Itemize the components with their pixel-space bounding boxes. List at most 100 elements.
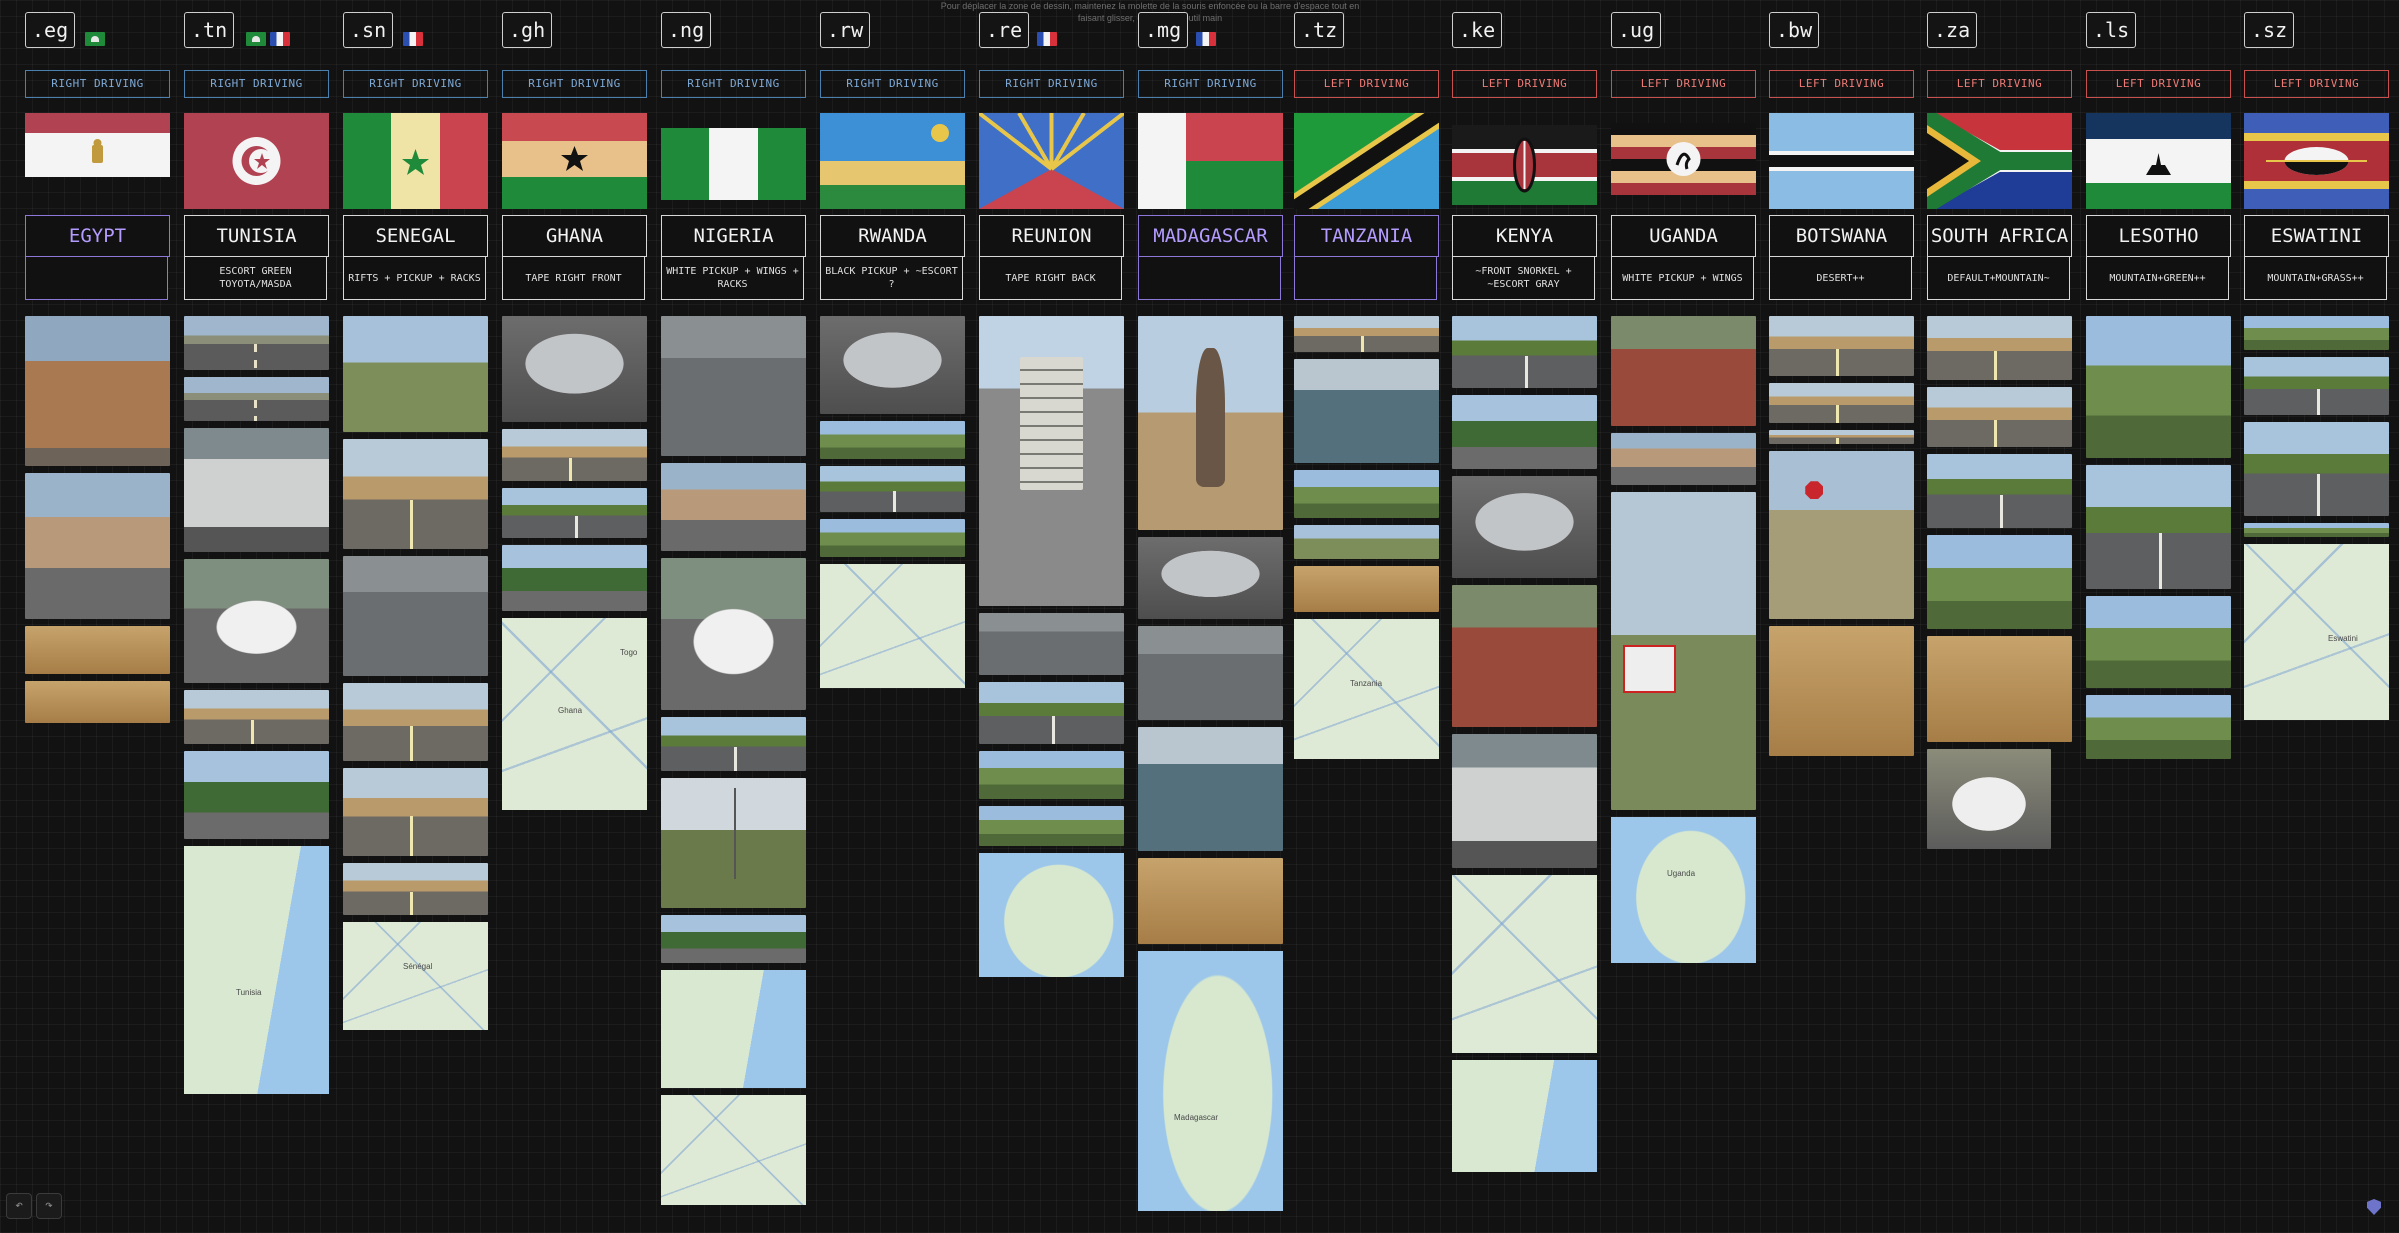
country-name[interactable]: UGANDA — [1611, 215, 1756, 257]
driving-side-badge[interactable]: RIGHT DRIVING — [820, 70, 965, 98]
driving-side-badge[interactable]: RIGHT DRIVING — [979, 70, 1124, 98]
road-photo[interactable] — [2086, 465, 2231, 589]
botswana-flag[interactable] — [1769, 113, 1914, 209]
whiteboard-canvas[interactable]: .eg RIGHT DRIVING EGYPT .tn RIGHT DRIVIN… — [0, 0, 2399, 1233]
tld-label[interactable]: .eg — [25, 12, 76, 48]
eswatini-flag[interactable] — [2244, 113, 2389, 209]
road-photo[interactable] — [979, 806, 1124, 846]
street-photo[interactable] — [1611, 433, 1756, 485]
road-photo[interactable] — [1927, 316, 2072, 380]
country-name[interactable]: TANZANIA — [1294, 215, 1439, 257]
tld-label[interactable]: .tn — [184, 12, 235, 48]
country-name[interactable]: BOTSWANA — [1769, 215, 1914, 257]
kenya-flag[interactable] — [1452, 113, 1597, 209]
country-note[interactable]: MOUNTAIN+GRASS++ — [2244, 256, 2387, 300]
road-photo[interactable] — [184, 316, 329, 370]
car-hood-photo[interactable] — [1452, 585, 1597, 727]
collage-photo[interactable] — [1294, 566, 1439, 612]
eswatini-map[interactable]: Eswatini — [2244, 544, 2389, 720]
rwanda-map[interactable] — [820, 564, 965, 688]
road-photo[interactable] — [1138, 626, 1283, 720]
country-note[interactable]: TAPE RIGHT BACK — [979, 256, 1122, 300]
ghana-map[interactable]: Ghana Togo — [502, 618, 647, 810]
tld-label[interactable]: .ls — [2086, 12, 2137, 48]
tld-label[interactable]: .sz — [2244, 12, 2295, 48]
driving-side-badge[interactable]: LEFT DRIVING — [1927, 70, 2072, 98]
police-pickup-photo[interactable] — [661, 558, 806, 710]
country-name[interactable]: LESOTHO — [2086, 215, 2231, 257]
uganda-map[interactable]: Uganda — [1611, 817, 1756, 963]
driving-side-badge[interactable]: RIGHT DRIVING — [502, 70, 647, 98]
red-road-photo[interactable] — [1611, 316, 1756, 426]
road-photo[interactable] — [820, 466, 965, 512]
kenya-map[interactable] — [1452, 875, 1597, 1053]
rwanda-flag[interactable] — [820, 113, 965, 209]
country-note[interactable] — [1294, 256, 1437, 300]
car-roof-photo[interactable] — [820, 316, 965, 414]
road-sign-photo[interactable] — [979, 316, 1124, 606]
tunisia-map[interactable]: Tunisia — [184, 846, 329, 1094]
driving-side-badge[interactable]: RIGHT DRIVING — [1138, 70, 1283, 98]
driving-side-badge[interactable]: LEFT DRIVING — [1294, 70, 1439, 98]
tld-label[interactable]: .gh — [502, 12, 553, 48]
country-name[interactable]: MADAGASCAR — [1138, 215, 1283, 257]
country-note[interactable]: ESCORT GREEN TOYOTA/MASDA — [184, 256, 327, 300]
mountain-road-photo[interactable] — [1927, 535, 2072, 629]
blurred-car-photo[interactable] — [343, 316, 488, 432]
country-note[interactable]: WHITE PICKUP + WINGS + RACKS — [661, 256, 804, 300]
country-name[interactable]: ESWATINI — [2244, 215, 2389, 257]
road-photo[interactable] — [1294, 316, 1439, 352]
road-photo[interactable] — [2244, 422, 2389, 516]
road-photo[interactable] — [661, 316, 806, 456]
tld-label[interactable]: .rw — [820, 12, 871, 48]
nigeria-route-map[interactable] — [661, 1095, 806, 1205]
nigeria-flag[interactable] — [661, 113, 806, 209]
car-rack-photo[interactable] — [343, 683, 488, 761]
driving-side-badge[interactable]: LEFT DRIVING — [1611, 70, 1756, 98]
driving-side-badge[interactable]: RIGHT DRIVING — [184, 70, 329, 98]
road-photo[interactable] — [1769, 383, 1914, 423]
country-name[interactable]: SOUTH AFRICA — [1927, 215, 2072, 257]
road-photo[interactable] — [502, 429, 647, 481]
country-note[interactable]: ~FRONT SNORKEL + ~ESCORT GRAY — [1452, 256, 1595, 300]
road-photo[interactable] — [1927, 454, 2072, 528]
country-note[interactable]: MOUNTAIN+GREEN++ — [2086, 256, 2229, 300]
palm-road-photo[interactable] — [502, 545, 647, 611]
road-photo[interactable] — [502, 488, 647, 538]
nigeria-map[interactable] — [661, 970, 806, 1088]
road-photo[interactable] — [343, 556, 488, 676]
palm-photo[interactable] — [1452, 395, 1597, 469]
road-photo[interactable] — [1927, 387, 2072, 447]
river-photo[interactable] — [1138, 727, 1283, 851]
road-photo[interactable] — [979, 682, 1124, 744]
tld-label[interactable]: .re — [979, 12, 1030, 48]
undo-button[interactable]: ↶ — [6, 1193, 32, 1219]
country-note[interactable]: TAPE RIGHT FRONT — [502, 256, 645, 300]
car-photo[interactable] — [184, 428, 329, 552]
stop-sign-photo[interactable] — [1769, 451, 1914, 619]
tld-label[interactable]: .sn — [343, 12, 394, 48]
village-photo[interactable] — [661, 915, 806, 963]
redo-button[interactable]: ↷ — [36, 1193, 62, 1219]
palm-road-photo[interactable] — [184, 751, 329, 839]
kenya-coast-map[interactable] — [1452, 1060, 1597, 1172]
ghana-flag[interactable] — [502, 113, 647, 209]
country-note[interactable] — [25, 256, 168, 300]
country-note[interactable]: DEFAULT+MOUNTAIN~ — [1927, 256, 2070, 300]
snorkel-car-photo[interactable] — [1452, 476, 1597, 578]
rail-crossing-photo[interactable] — [1611, 492, 1756, 810]
reunion-map[interactable] — [979, 853, 1124, 977]
road-photo[interactable] — [343, 768, 488, 856]
tanzania-map[interactable]: Tanzania — [1294, 619, 1439, 759]
uganda-flag[interactable] — [1611, 113, 1756, 209]
valley-photo[interactable] — [2086, 596, 2231, 688]
car-shadow-photo[interactable] — [502, 316, 647, 422]
country-name[interactable]: REUNION — [979, 215, 1124, 257]
country-note[interactable] — [1138, 256, 1281, 300]
baobab-photo[interactable] — [1138, 316, 1283, 530]
country-name[interactable]: GHANA — [502, 215, 647, 257]
car-roof-photo[interactable] — [1138, 537, 1283, 619]
tld-label[interactable]: .ng — [661, 12, 712, 48]
madagascar-flag[interactable] — [1138, 113, 1283, 209]
tld-label[interactable]: .za — [1927, 12, 1978, 48]
